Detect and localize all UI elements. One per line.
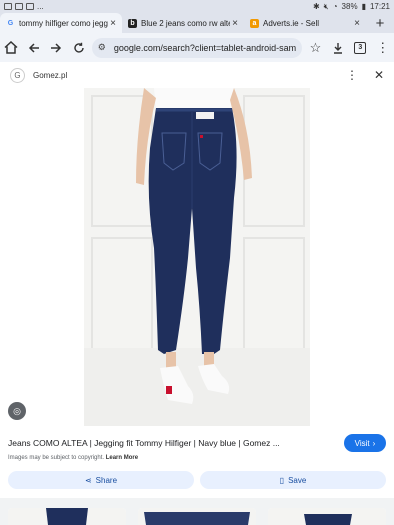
blue2-favicon-icon: b — [128, 18, 137, 28]
related-image-thumb[interactable] — [268, 508, 386, 525]
download-icon — [333, 42, 342, 54]
close-tab-icon[interactable]: × — [352, 18, 362, 29]
status-more-text: ... — [37, 2, 44, 11]
visit-button[interactable]: Visit › — [344, 434, 386, 452]
more-vert-icon: ⋮ — [376, 39, 390, 55]
mail-icon — [4, 3, 12, 10]
tab-adverts[interactable]: a Adverts.ie - Sell × — [244, 13, 366, 33]
image-title[interactable]: Jeans COMO ALTEA | Jegging fit Tommy Hil… — [8, 438, 344, 448]
google-lens-button[interactable]: ◎ — [8, 402, 26, 420]
close-tab-icon[interactable]: × — [108, 18, 118, 29]
close-icon[interactable]: ✕ — [374, 68, 384, 82]
tab-blue2[interactable]: b Blue 2 jeans como rw altea × — [122, 13, 244, 33]
share-button[interactable]: ⋖ Share — [8, 471, 194, 489]
status-bar: ... ✱ 🔇︎ ◔ 38% ▮ 17:21 — [0, 0, 394, 13]
lens-icon: ◎ — [13, 405, 21, 416]
download-button[interactable] — [327, 36, 349, 60]
result-title-row: Jeans COMO ALTEA | Jegging fit Tommy Hil… — [0, 433, 394, 453]
learn-more-link[interactable]: Learn More — [106, 455, 138, 461]
clock: 17:21 — [369, 2, 390, 11]
back-button[interactable] — [22, 36, 44, 60]
wifi-icon: ◔ — [332, 2, 338, 11]
jeans-photo — [84, 88, 310, 426]
related-image-thumb[interactable] — [8, 508, 126, 525]
url-text: google.com/search?client=tablet-android-… — [113, 42, 297, 53]
google-favicon-icon: G — [7, 19, 14, 27]
save-button[interactable]: ▯ Save — [200, 471, 386, 489]
copyright-notice: Images may be subject to copyright. Lear… — [8, 455, 138, 461]
tab-strip: G tommy hilfiger como jegging × b Blue 2… — [0, 13, 394, 33]
adverts-favicon-icon: a — [250, 18, 259, 28]
battery-level: 38% — [341, 2, 358, 11]
menu-button[interactable]: ⋮ — [372, 36, 394, 60]
visit-label: Visit — [354, 438, 370, 448]
home-icon — [4, 41, 18, 54]
tab-google-search[interactable]: G tommy hilfiger como jegging × — [0, 13, 122, 33]
save-label: Save — [288, 475, 307, 485]
source-avatar: G — [10, 67, 25, 83]
star-icon: ☆ — [309, 39, 322, 55]
chat-icon — [26, 3, 34, 10]
chevron-right-icon: › — [372, 438, 376, 448]
address-bar[interactable]: ⚙︎ google.com/search?client=tablet-andro… — [91, 37, 303, 58]
related-image-thumb[interactable] — [138, 508, 256, 525]
jeans-thumbnail — [138, 508, 256, 525]
copyright-text: Images may be subject to copyright. — [8, 455, 105, 461]
battery-icon: ▮ — [361, 2, 366, 11]
action-buttons: ⋖ Share ▯ Save — [8, 471, 386, 489]
tab-label: Adverts.ie - Sell — [263, 18, 320, 28]
forward-arrow-icon — [51, 42, 62, 53]
product-image[interactable] — [84, 88, 310, 426]
share-label: Share — [95, 475, 118, 485]
home-button[interactable] — [0, 36, 22, 60]
reload-icon — [73, 42, 84, 53]
new-tab-button[interactable]: + — [366, 13, 394, 33]
close-tab-icon[interactable]: × — [230, 18, 240, 29]
image-preview-area: ◎ — [0, 88, 394, 426]
jeans-thumbnail — [268, 508, 386, 525]
back-arrow-icon — [28, 42, 39, 53]
reload-button[interactable] — [67, 36, 89, 60]
image-viewer-header: G Gomez.pl ⋮ ✕ — [0, 62, 394, 88]
mute-icon: 🔇︎ — [323, 1, 329, 11]
bookmark-button[interactable]: ☆ — [304, 36, 326, 60]
tab-switcher-button[interactable]: 3 — [349, 36, 371, 60]
source-name[interactable]: Gomez.pl — [33, 71, 67, 80]
forward-button[interactable] — [45, 36, 67, 60]
tab-label: tommy hilfiger como jegging — [19, 18, 108, 28]
jeans-thumbnail — [8, 508, 126, 525]
site-settings-icon[interactable]: ⚙︎ — [98, 42, 106, 53]
gallery-icon — [15, 3, 23, 10]
related-images — [0, 498, 394, 525]
browser-toolbar: ⚙︎ google.com/search?client=tablet-andro… — [0, 33, 394, 62]
bookmark-icon: ▯ — [279, 475, 285, 485]
share-icon: ⋖ — [84, 475, 92, 485]
bluetooth-icon: ✱ — [312, 2, 320, 11]
tab-count: 3 — [354, 41, 367, 54]
more-options-icon[interactable]: ⋮ — [346, 68, 358, 82]
tab-label: Blue 2 jeans como rw altea — [141, 18, 230, 28]
